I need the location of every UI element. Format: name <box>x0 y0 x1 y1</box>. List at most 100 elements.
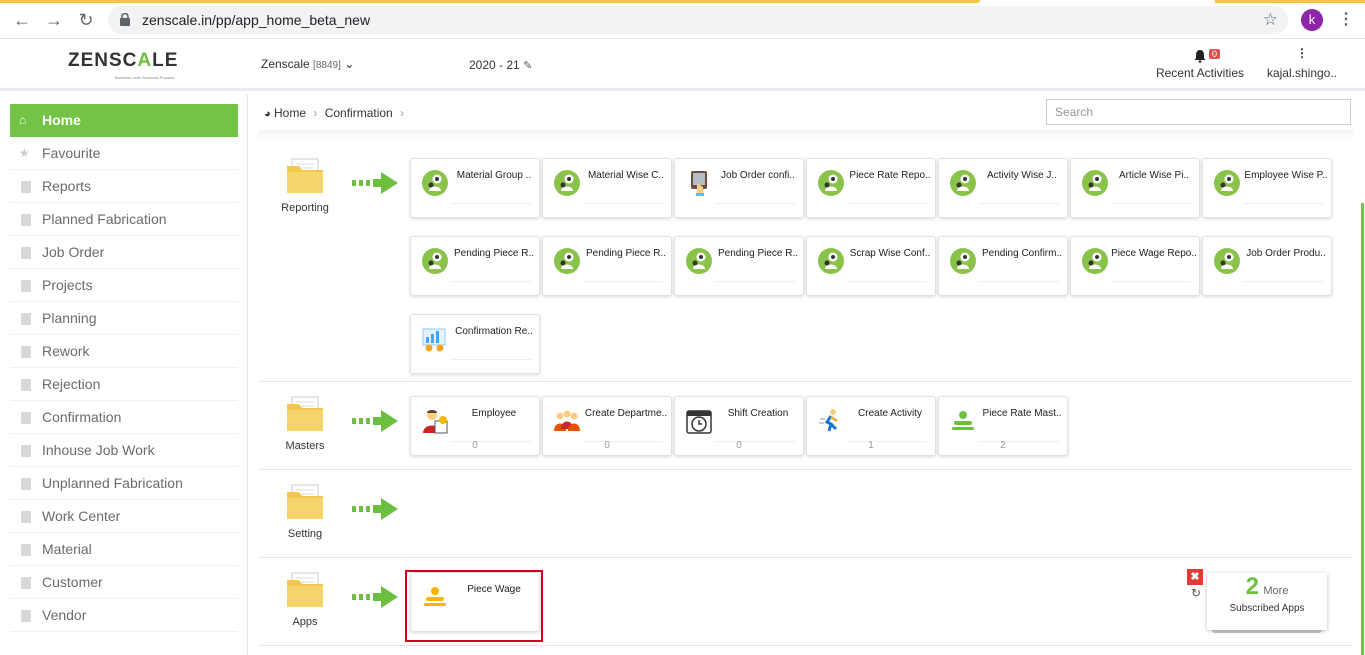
bookmark-star-icon[interactable]: ☆ <box>1263 10 1278 30</box>
sidebar-item-job-order[interactable]: Job Order <box>10 236 238 269</box>
star-icon: ★ <box>19 146 30 160</box>
tile-employee-wise-report[interactable]: Employee Wise P.. <box>1202 158 1332 218</box>
tile-shift-creation[interactable]: Shift Creation 0 <box>674 396 804 456</box>
sidebar-item-favourite[interactable]: ★ Favourite <box>10 137 238 170</box>
sidebar-item-rejection[interactable]: Rejection <box>10 368 238 401</box>
subscribed-apps-count: 2 <box>1245 573 1259 600</box>
tile-activity-wise-report[interactable]: Activity Wise J.. <box>938 158 1068 218</box>
breadcrumb-home[interactable]: Home <box>274 106 306 120</box>
file-icon <box>21 610 31 622</box>
tile-pending-piece-rate-2[interactable]: Pending Piece R.. <box>542 236 672 296</box>
tile-employee[interactable]: Employee 0 <box>410 396 540 456</box>
user-menu[interactable]: ⋮ kajal.shingo.. <box>1262 47 1342 80</box>
running-person-icon <box>819 409 838 432</box>
breadcrumb: ◕ Home › Confirmation › <box>264 106 408 120</box>
chevron-down-icon: ⌄ <box>344 57 355 71</box>
refresh-icon[interactable]: ↻ <box>1191 586 1201 600</box>
tile-count: 1 <box>868 440 874 451</box>
tile-pending-confirmation[interactable]: Pending Confirm.. <box>938 236 1068 296</box>
tile-count: 0 <box>736 440 742 451</box>
financial-year[interactable]: 2020 - 21 ✎ <box>469 58 532 72</box>
company-selector[interactable]: Zenscale [8849] ⌄ <box>261 57 354 71</box>
sidebar-item-vendor[interactable]: Vendor <box>10 599 238 632</box>
sidebar-item-planning[interactable]: Planning <box>10 302 238 335</box>
recent-activities-button[interactable]: 0 Recent Activities <box>1150 47 1250 80</box>
tile-label: Job Order Produ.. <box>1246 248 1326 259</box>
sidebar-item-projects[interactable]: Projects <box>10 269 238 302</box>
tile-piece-rate-master[interactable]: Piece Rate Mast.. 2 <box>938 396 1068 456</box>
tile-material-group-report[interactable]: Material Group .. <box>410 158 540 218</box>
user-menu-icon: ⋮ <box>1296 46 1308 60</box>
file-icon <box>21 445 31 457</box>
notification-badge: 0 <box>1209 49 1221 59</box>
sidebar-item-confirmation[interactable]: Confirmation <box>10 401 238 434</box>
sidebar-item-planned-fabrication[interactable]: Planned Fabrication <box>10 203 238 236</box>
sidebar-item-work-center[interactable]: Work Center <box>10 500 238 533</box>
logo-part-a: ZENSC <box>68 50 138 71</box>
sidebar-item-label: Material <box>42 541 92 557</box>
tile-label: Piece Rate Mast.. <box>982 408 1062 419</box>
sidebar-item-customer[interactable]: Customer <box>10 566 238 599</box>
tile-label: Pending Confirm.. <box>981 248 1063 259</box>
financial-year-label: 2020 - 21 <box>469 58 520 72</box>
sidebar-item-label: Unplanned Fabrication <box>42 475 183 491</box>
back-icon[interactable]: ← <box>12 10 32 30</box>
sidebar-item-label: Work Center <box>42 508 121 524</box>
tile-piece-wage-report[interactable]: Piece Wage Repo.. <box>1070 236 1200 296</box>
breadcrumb-current[interactable]: Confirmation <box>325 106 393 120</box>
sidebar-item-label: Vendor <box>42 607 87 623</box>
sidebar-item-unplanned-fabrication[interactable]: Unplanned Fabrication <box>10 467 238 500</box>
breadcrumb-separator: › <box>400 106 405 120</box>
sidebar-item-material[interactable]: Material <box>10 533 238 566</box>
tile-create-department[interactable]: Create Departme.. 0 <box>542 396 672 456</box>
report-icon <box>553 247 581 275</box>
tile-label: Create Activity <box>858 408 922 419</box>
tile-job-order-production[interactable]: Job Order Produ.. <box>1202 236 1332 296</box>
address-bar[interactable]: zenscale.in/pp/app_home_beta_new ☆ <box>108 6 1288 34</box>
sidebar-item-inhouse-job-work[interactable]: Inhouse Job Work <box>10 434 238 467</box>
tile-create-activity[interactable]: Create Activity 1 <box>806 396 936 456</box>
sidebar-item-label: Reports <box>42 178 92 194</box>
scrollbar[interactable] <box>1361 203 1364 655</box>
tile-pending-piece-rate-3[interactable]: Pending Piece R.. <box>674 236 804 296</box>
sidebar-item-home[interactable]: ⌂ Home <box>10 104 238 137</box>
section-label: Reporting <box>281 202 329 214</box>
folder-icon <box>286 484 324 520</box>
sidebar-item-rework[interactable]: Rework <box>10 335 238 368</box>
section-label: Masters <box>285 440 325 452</box>
tile-scrap-wise-confirmation[interactable]: Scrap Wise Conf.. <box>806 236 936 296</box>
forward-icon[interactable]: → <box>44 10 64 30</box>
recent-activities-label: Recent Activities <box>1155 66 1245 80</box>
browser-menu-icon[interactable]: ⋮ <box>1338 9 1354 29</box>
calendar-clock-icon <box>686 410 712 434</box>
tile-divider <box>1111 203 1191 204</box>
profile-avatar[interactable]: k <box>1301 9 1323 31</box>
zenscale-logo[interactable]: ZENSCALE Business Lean Business Process <box>68 50 180 80</box>
subscribed-apps-widget[interactable]: 2 More Subscribed Apps <box>1207 573 1327 630</box>
search-input[interactable] <box>1046 99 1351 125</box>
edit-icon[interactable]: ✎ <box>523 60 532 72</box>
file-icon <box>21 379 31 391</box>
sidebar-item-label: Favourite <box>42 145 101 161</box>
file-icon <box>21 478 31 490</box>
lock-icon <box>120 13 130 26</box>
tile-pending-piece-rate-1[interactable]: Pending Piece R.. <box>410 236 540 296</box>
close-icon[interactable]: ✖ <box>1187 569 1203 585</box>
tile-label: Material Group .. <box>456 170 532 181</box>
tile-job-order-confirmation[interactable]: Job Order confi.. <box>674 158 804 218</box>
tile-confirmation-report[interactable]: Confirmation Re.. <box>410 314 540 374</box>
tile-divider <box>979 203 1059 204</box>
sidebar-item-reports[interactable]: Reports <box>10 170 238 203</box>
tile-article-wise-report[interactable]: Article Wise Pi.. <box>1070 158 1200 218</box>
report-icon <box>1081 169 1109 197</box>
section-label: Apps <box>292 616 318 628</box>
tile-material-wise-report[interactable]: Material Wise C.. <box>542 158 672 218</box>
tile-piece-rate-report[interactable]: Piece Rate Repo.. <box>806 158 936 218</box>
report-icon <box>421 169 449 197</box>
tile-label: Piece Wage Repo.. <box>1111 248 1197 259</box>
report-icon <box>949 169 977 197</box>
browser-toolbar: ← → ↻ zenscale.in/pp/app_home_beta_new ☆… <box>0 0 1365 39</box>
folder-icon <box>286 158 324 194</box>
reload-icon[interactable]: ↻ <box>76 10 96 30</box>
report-icon <box>421 247 449 275</box>
